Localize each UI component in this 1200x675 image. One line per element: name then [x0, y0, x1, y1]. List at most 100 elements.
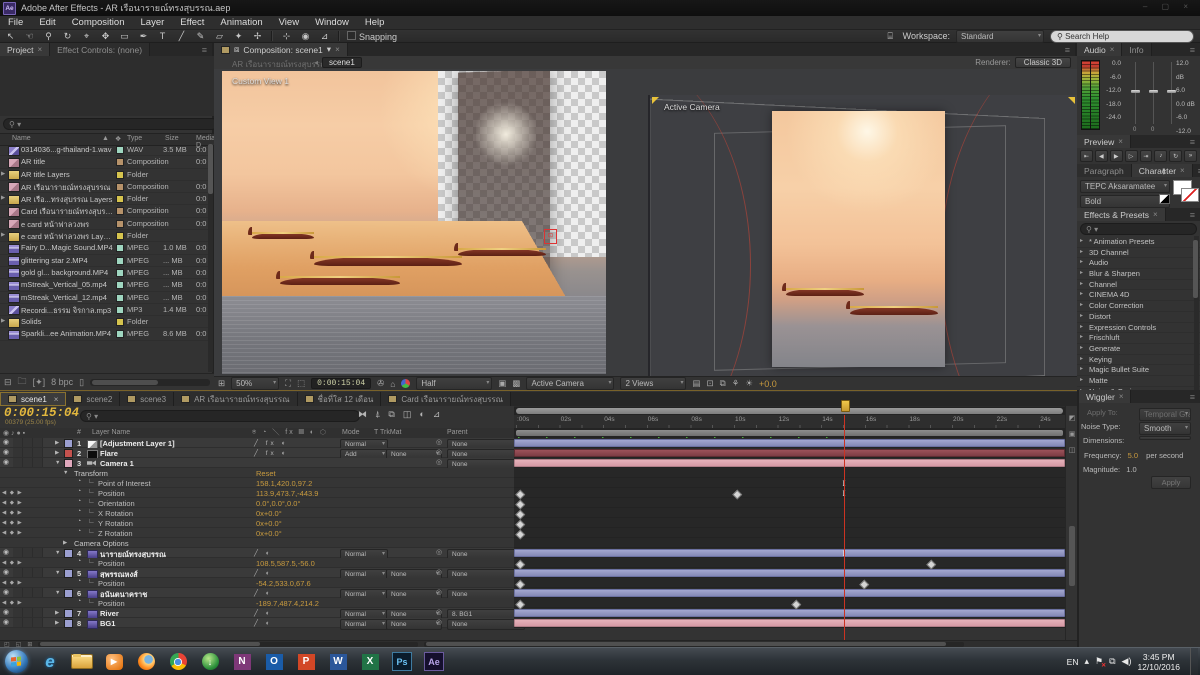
dimensions-dropdown[interactable] [1139, 436, 1191, 440]
label-color-chip[interactable] [116, 269, 124, 277]
layer-duration-track[interactable] [514, 508, 1065, 518]
eye-icon[interactable] [3, 608, 9, 616]
layer-duration-bar[interactable] [514, 569, 1065, 577]
effects-category[interactable]: * Animation Presets [1077, 237, 1200, 248]
tab-audio[interactable]: Audio× [1077, 43, 1122, 56]
panel-menu-icon[interactable]: ≡ [1060, 43, 1075, 56]
timeline-row[interactable]: ▶ Camera Options [0, 538, 1065, 548]
timeline-row[interactable]: ◀ ◆ ▶ Y Rotation 0x+0.0° [0, 518, 1065, 528]
resolution-dropdown[interactable]: Half [416, 377, 492, 390]
lock-toggle-cell[interactable] [33, 608, 43, 617]
audio-toggle-cell[interactable] [13, 548, 23, 557]
play-button[interactable]: ▶ [1110, 150, 1123, 162]
show-channel-icon[interactable] [401, 379, 410, 388]
audio-toggle-cell[interactable] [13, 448, 23, 457]
apply-to-dropdown[interactable]: Temporal Graph [1139, 408, 1191, 421]
timeline-row[interactable]: ▼ 3 Camera 1 None [0, 458, 1065, 468]
selection-tool[interactable]: ↖ [4, 31, 17, 42]
clone-stamp-tool[interactable]: ✎ [194, 31, 207, 42]
window-controls[interactable]: – ▢ × [1143, 2, 1194, 11]
layer-name[interactable]: Camera Options [74, 539, 129, 548]
project-item-row[interactable]: Card เรือนารายณ์ทรงสุบรรณ Composition 0:… [0, 205, 209, 217]
audio-toggle-cell[interactable] [13, 588, 23, 597]
hand-tool[interactable]: ☜ [23, 31, 36, 42]
unified-camera-tool[interactable]: ⌖ [80, 31, 93, 42]
twirl-icon[interactable]: ▼ [55, 590, 60, 596]
language-indicator[interactable]: EN [1067, 657, 1079, 667]
menu-item[interactable]: Composition [72, 17, 125, 28]
first-frame-button[interactable]: ⇤ [1080, 150, 1093, 162]
audio-slider-master[interactable] [1153, 62, 1154, 124]
layer-duration-bar[interactable] [514, 619, 1065, 627]
pixel-aspect-icon[interactable]: ▤ [692, 378, 700, 389]
property-value[interactable]: 108.5,587.5,-56.0 [256, 559, 315, 568]
breadcrumb-current[interactable]: scene1 [322, 57, 362, 68]
twirl-icon[interactable]: ▶ [63, 540, 67, 546]
solo-toggle-cell[interactable] [23, 458, 33, 467]
network-icon[interactable]: ⧉ [1109, 656, 1115, 667]
stroke-color-swatch[interactable] [1181, 188, 1199, 202]
lock-toggle-cell[interactable] [33, 568, 43, 577]
layer-duration-track[interactable] [514, 498, 1065, 508]
label-color-chip[interactable] [116, 294, 124, 302]
layer-name[interactable]: River [100, 609, 119, 618]
layer-switches[interactable]: ╱ ◐ [254, 549, 273, 557]
twirl-icon[interactable]: ▼ [63, 470, 68, 476]
pickwhip-icon[interactable] [436, 438, 442, 446]
pickwhip-icon[interactable] [436, 608, 442, 616]
project-item-row[interactable]: ▶ AR เรือ...ทรงสุบรรณ Layers Folder 0:0 [0, 193, 209, 205]
tab-preview[interactable]: Preview× [1077, 135, 1131, 148]
audio-toggle-cell[interactable] [13, 568, 23, 577]
stopwatch-icon[interactable] [77, 578, 81, 585]
timeline-button-icon[interactable]: ⧉ [720, 378, 726, 389]
label-color-chip[interactable] [116, 146, 124, 154]
property-value[interactable]: 113.9,473.7,-443.9 [256, 489, 318, 498]
audio-toggle-button[interactable]: ♪ [1154, 150, 1167, 162]
mask-visibility-icon[interactable]: ⬚ [297, 378, 305, 389]
layer-duration-track[interactable] [514, 568, 1065, 578]
twirl-icon[interactable]: ▶ [55, 620, 59, 626]
timeline-row[interactable]: ◀ ◆ ▶ X Rotation 0x+0.0° [0, 508, 1065, 518]
eye-icon[interactable] [3, 568, 9, 576]
pickwhip-icon[interactable] [436, 458, 442, 466]
eye-icon[interactable] [3, 448, 9, 456]
layer-duration-track[interactable] [514, 578, 1065, 588]
layer-name[interactable]: Flare [100, 449, 118, 458]
always-preview-icon[interactable]: ⊞ [218, 378, 225, 389]
default-colors-swatch[interactable] [1159, 194, 1170, 204]
project-item-row[interactable]: gold gl... background.MP4 MPEG ... MB 0:… [0, 267, 209, 279]
timeline-row[interactable]: ◀ ◆ ▶ Orientation 0.0°,0.0°,0.0° [0, 498, 1065, 508]
effects-category[interactable]: Expression Controls [1077, 323, 1200, 334]
taskbar-app[interactable]: e [35, 650, 65, 674]
layer-switches[interactable]: ╱ fx ◐ [254, 449, 289, 457]
layer-name[interactable]: Y Rotation [98, 519, 133, 528]
eyedropper-icon[interactable]: ✒ [1157, 168, 1168, 176]
label-color-chip[interactable] [116, 220, 124, 228]
tab-effect-controls[interactable]: Effect Controls: (none) [50, 43, 150, 56]
timeline-row[interactable]: ▼ 6 อนันตนาคราช ╱ ◐ Normal None None [0, 588, 1065, 598]
frequency-value[interactable]: 5.0 [1128, 451, 1138, 460]
effects-category[interactable]: Color Correction [1077, 301, 1200, 312]
graph-toggle-icon[interactable] [88, 478, 95, 485]
lock-toggle-cell[interactable] [33, 548, 43, 557]
layer-name[interactable]: Z Rotation [98, 529, 133, 538]
layer-switches[interactable]: ╱ ◐ [254, 589, 273, 597]
project-item-row[interactable]: 0314036...g-thailand-1.wav WAV 3.5 MB 0:… [0, 144, 209, 156]
effects-category[interactable]: Blur & Sharpen [1077, 269, 1200, 280]
font-family-dropdown[interactable]: TEPC Aksaramatee [1080, 180, 1170, 193]
timeline-row[interactable]: ◀ ◆ ▶ Position 108.5,587.5,-56.0 [0, 558, 1065, 568]
puppet-pin-tool[interactable]: ✢ [251, 31, 264, 42]
graph-toggle-icon[interactable] [88, 508, 95, 515]
timeline-row[interactable]: ◀ ◆ ▶ Position -54.2,533.0,67.6 [0, 578, 1065, 588]
eye-icon[interactable] [3, 458, 9, 466]
twirl-icon[interactable]: ▼ [55, 460, 60, 466]
type-tool[interactable]: T [156, 31, 169, 42]
keyframe-navigator[interactable]: ◀ ◆ ▶ [2, 500, 23, 506]
effects-category[interactable]: CINEMA 4D [1077, 290, 1200, 301]
layer-name[interactable]: Position [98, 559, 125, 568]
stopwatch-icon[interactable] [77, 508, 81, 515]
label-color-chip[interactable] [116, 158, 124, 166]
layer-duration-track[interactable] [514, 468, 1065, 478]
eye-icon[interactable] [3, 618, 9, 626]
keyframe-navigator[interactable]: ◀ ◆ ▶ [2, 490, 23, 496]
